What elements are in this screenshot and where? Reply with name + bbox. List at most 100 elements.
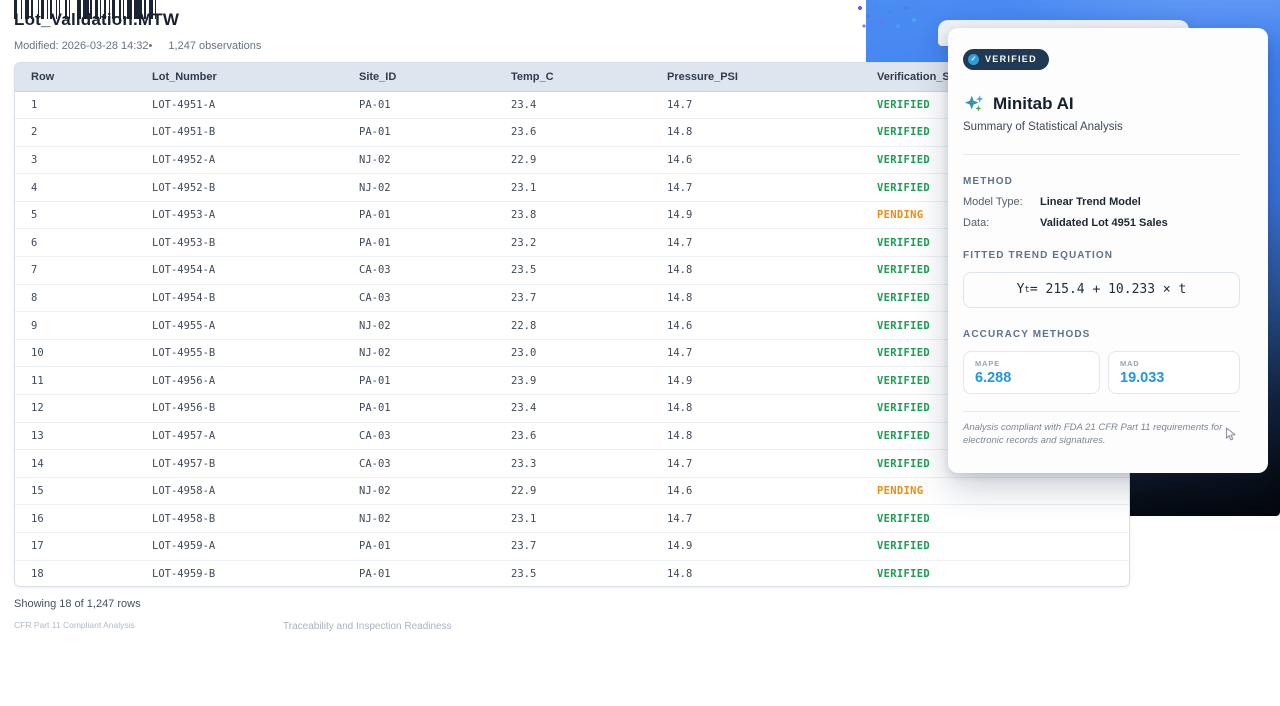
table-cell: 23.7 xyxy=(495,284,651,312)
status-cell: VERIFIED xyxy=(861,533,1130,561)
table-cell: NJ-02 xyxy=(343,146,495,174)
equation-heading: FITTED TREND EQUATION xyxy=(963,250,1240,261)
status-cell: PENDING xyxy=(861,477,1130,505)
table-cell: LOT-4954-B xyxy=(136,284,343,312)
table-cell: 23.2 xyxy=(495,229,651,257)
table-cell: 14.9 xyxy=(651,201,861,229)
mape-value: 6.288 xyxy=(975,370,1088,386)
compliance-footnote: Analysis compliant with FDA 21 CFR Part … xyxy=(963,421,1240,449)
table-cell: 15 xyxy=(15,477,136,505)
table-cell: 23.5 xyxy=(495,560,651,587)
table-cell: 14.9 xyxy=(651,367,861,395)
table-cell: PA-01 xyxy=(343,560,495,587)
table-cell: LOT-4957-B xyxy=(136,450,343,478)
modified-timestamp: Modified: 2026-03-28 14:32 xyxy=(14,40,149,52)
table-cell: CA-03 xyxy=(343,422,495,450)
table-cell: PA-01 xyxy=(343,119,495,147)
table-cell: LOT-4953-A xyxy=(136,201,343,229)
table-cell: 1 xyxy=(15,91,136,119)
status-cell: VERIFIED xyxy=(861,505,1130,533)
table-cell: 18 xyxy=(15,560,136,587)
table-cell: LOT-4955-B xyxy=(136,339,343,367)
divider xyxy=(963,411,1240,412)
table-cell: 8 xyxy=(15,284,136,312)
table-row[interactable]: 17LOT-4959-APA-0123.714.9VERIFIED xyxy=(15,533,1130,561)
table-cell: LOT-4958-A xyxy=(136,477,343,505)
table-cell: 14.8 xyxy=(651,257,861,285)
table-cell: NJ-02 xyxy=(343,505,495,533)
table-row[interactable]: 16LOT-4958-BNJ-0223.114.7VERIFIED xyxy=(15,505,1130,533)
table-cell: 23.4 xyxy=(495,395,651,423)
table-cell: NJ-02 xyxy=(343,174,495,202)
mape-label: MAPE xyxy=(975,359,1088,368)
table-cell: LOT-4955-A xyxy=(136,312,343,340)
table-cell: 14.8 xyxy=(651,284,861,312)
table-cell: 14.6 xyxy=(651,146,861,174)
table-cell: 14.6 xyxy=(651,312,861,340)
table-cell: PA-01 xyxy=(343,533,495,561)
column-header-site-id[interactable]: Site_ID xyxy=(343,63,495,91)
mape-metric-card: MAPE 6.288 xyxy=(963,351,1100,394)
traceability-note: Traceability and Inspection Readiness xyxy=(283,621,452,632)
document-meta: Modified: 2026-03-28 14:32•1,247 observa… xyxy=(14,40,261,52)
equation-rhs: = 215.4 + 10.233 × t xyxy=(1030,282,1187,297)
table-cell: LOT-4951-A xyxy=(136,91,343,119)
table-cell: 4 xyxy=(15,174,136,202)
table-cell: 14.7 xyxy=(651,229,861,257)
table-cell: PA-01 xyxy=(343,201,495,229)
panel-title: Minitab AI xyxy=(993,94,1074,114)
trend-equation: Yt = 215.4 + 10.233 × t xyxy=(963,272,1240,308)
status-cell: VERIFIED xyxy=(861,560,1130,587)
column-header-pressure-psi[interactable]: Pressure_PSI xyxy=(651,63,861,91)
table-cell: CA-03 xyxy=(343,257,495,285)
observation-count: 1,247 observations xyxy=(168,40,261,52)
table-cell: 23.1 xyxy=(495,505,651,533)
check-icon: ✓ xyxy=(968,54,979,65)
model-type-label: Model Type: xyxy=(963,196,1040,208)
table-cell: LOT-4957-A xyxy=(136,422,343,450)
column-header-row[interactable]: Row xyxy=(15,63,136,91)
table-cell: LOT-4958-B xyxy=(136,505,343,533)
data-source-label: Data: xyxy=(963,217,1040,229)
table-cell: PA-01 xyxy=(343,229,495,257)
compliance-note: CFR Part 11 Compliant Analysis xyxy=(14,620,135,630)
table-cell: 23.7 xyxy=(495,533,651,561)
table-cell: 6 xyxy=(15,229,136,257)
table-cell: LOT-4952-B xyxy=(136,174,343,202)
table-cell: 3 xyxy=(15,146,136,174)
table-cell: NJ-02 xyxy=(343,477,495,505)
table-cell: 23.5 xyxy=(495,257,651,285)
table-cell: 17 xyxy=(15,533,136,561)
table-cell: 23.3 xyxy=(495,450,651,478)
table-cell: LOT-4952-A xyxy=(136,146,343,174)
table-cell: 14.7 xyxy=(651,505,861,533)
table-cell: 7 xyxy=(15,257,136,285)
mad-value: 19.033 xyxy=(1120,370,1228,386)
table-cell: NJ-02 xyxy=(343,312,495,340)
verified-badge-label: VERIFIED xyxy=(985,54,1037,64)
table-cell: 13 xyxy=(15,422,136,450)
table-row[interactable]: 15LOT-4958-ANJ-0222.914.6PENDING xyxy=(15,477,1130,505)
mad-metric-card: MAD 19.033 xyxy=(1108,351,1240,394)
model-type-row: Model Type: Linear Trend Model xyxy=(963,196,1240,208)
table-cell: 5 xyxy=(15,201,136,229)
mouse-cursor-icon xyxy=(1225,427,1238,447)
table-cell: 14.7 xyxy=(651,339,861,367)
table-cell: LOT-4956-B xyxy=(136,395,343,423)
table-cell: 12 xyxy=(15,395,136,423)
table-cell: LOT-4954-A xyxy=(136,257,343,285)
table-cell: 16 xyxy=(15,505,136,533)
table-row[interactable]: 18LOT-4959-BPA-0123.514.8VERIFIED xyxy=(15,560,1130,587)
table-cell: PA-01 xyxy=(343,395,495,423)
table-cell: 2 xyxy=(15,119,136,147)
column-header-lot-number[interactable]: Lot_Number xyxy=(136,63,343,91)
method-heading: METHOD xyxy=(963,176,1240,187)
table-cell: 14.9 xyxy=(651,533,861,561)
table-cell: 22.9 xyxy=(495,146,651,174)
table-cell: 23.4 xyxy=(495,91,651,119)
table-cell: 23.8 xyxy=(495,201,651,229)
table-cell: CA-03 xyxy=(343,284,495,312)
minitab-ai-panel: ✓ VERIFIED Minitab AI Summary of Statist… xyxy=(948,28,1268,473)
column-header-temp-c[interactable]: Temp_C xyxy=(495,63,651,91)
verified-badge: ✓ VERIFIED xyxy=(963,49,1049,70)
